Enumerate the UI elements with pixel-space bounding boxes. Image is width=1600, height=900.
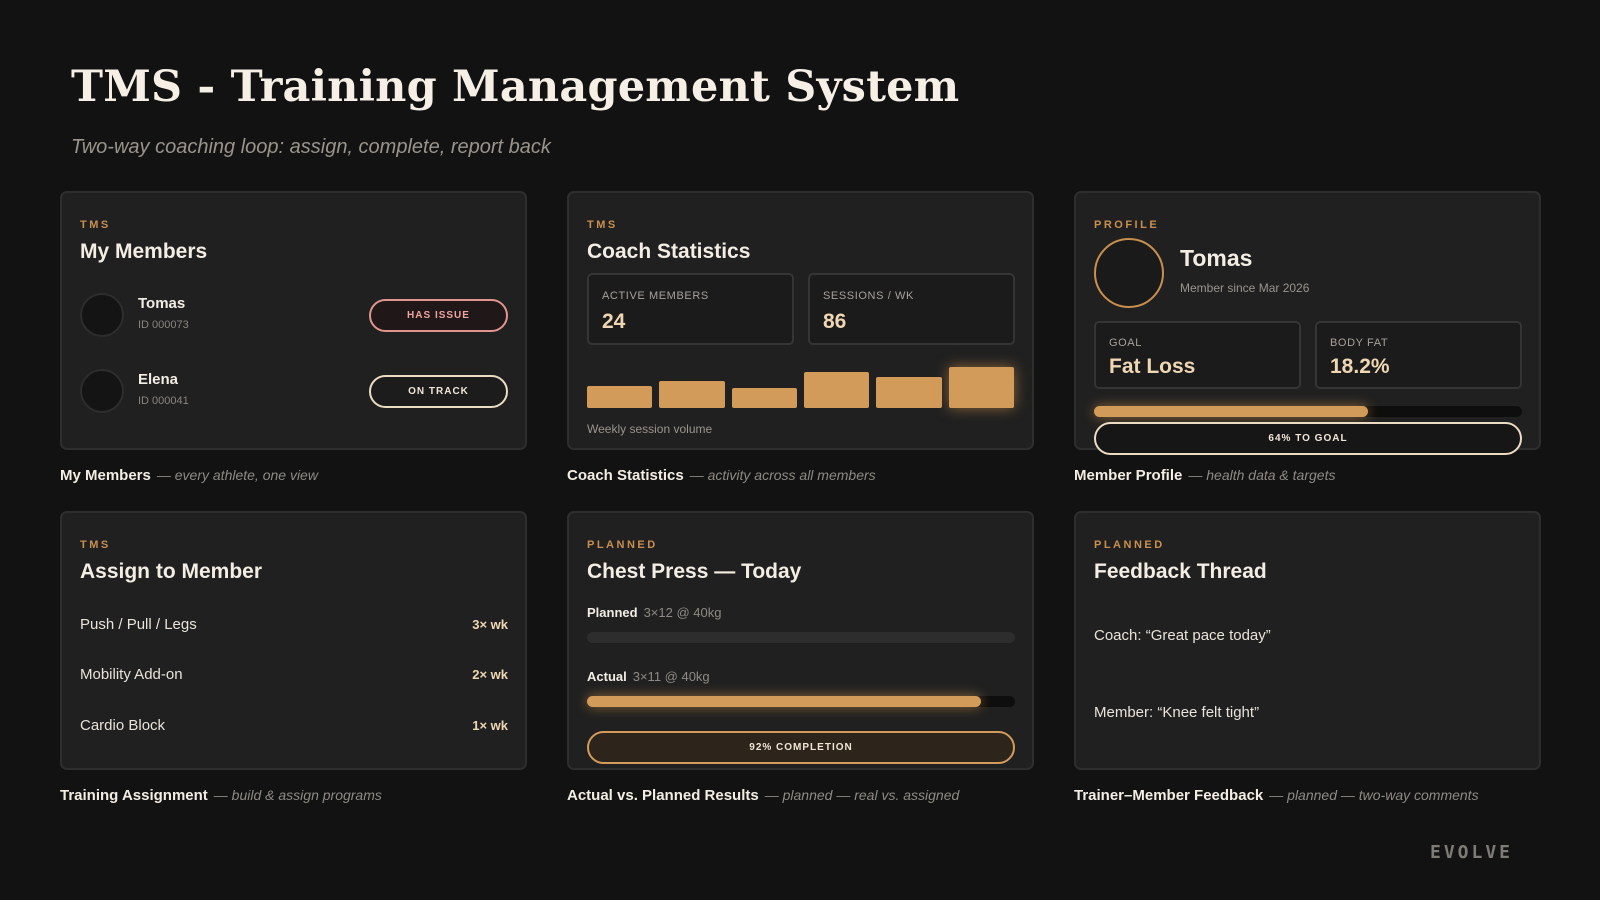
chart-bar bbox=[731, 388, 797, 408]
chest-press-card: PLANNED Chest Press — Today Planned 3×12 … bbox=[567, 511, 1034, 770]
actual-progress-fill bbox=[587, 696, 981, 707]
goal-progress-fill bbox=[1094, 406, 1368, 417]
caption-title: My Members bbox=[60, 467, 151, 484]
coach-message: Coach: “Great pace today” bbox=[1094, 627, 1271, 644]
goal-progress-bar bbox=[1094, 406, 1522, 417]
member-id: ID 000073 bbox=[138, 319, 189, 331]
card-title: My Members bbox=[80, 240, 208, 263]
member-row[interactable]: Tomas ID 000073 HAS ISSUE bbox=[80, 291, 508, 339]
card-eyebrow: PLANNED bbox=[587, 539, 658, 551]
stat-value: 86 bbox=[823, 310, 847, 333]
assign-card: TMS Assign to Member Push / Pull / Legs … bbox=[60, 511, 527, 770]
caption-title: Training Assignment bbox=[60, 787, 208, 804]
member-name: Elena bbox=[138, 371, 179, 388]
stat-label: GOAL bbox=[1109, 337, 1142, 349]
sessions-per-week-stat: SESSIONS / WK 86 bbox=[808, 273, 1015, 345]
card-title: Assign to Member bbox=[80, 560, 263, 583]
goal-progress-badge[interactable]: 64% TO GOAL bbox=[1094, 422, 1522, 455]
planned-title: Planned bbox=[587, 605, 638, 620]
status-badge[interactable]: ON TRACK bbox=[369, 375, 508, 408]
chart-bar bbox=[587, 386, 653, 408]
completion-badge[interactable]: 92% COMPLETION bbox=[587, 731, 1015, 764]
avatar bbox=[80, 293, 124, 337]
card-title: Chest Press — Today bbox=[587, 560, 802, 583]
member-profile-card: PROFILE Tomas Member since Mar 2026 GOAL… bbox=[1074, 191, 1541, 455]
planned-label: Planned 3×12 @ 40kg bbox=[587, 605, 721, 620]
program-label: Mobility Add-on bbox=[80, 666, 183, 683]
caption-note: — every athlete, one view bbox=[156, 467, 318, 483]
profile-caption: Member Profile — health data & targets bbox=[1074, 467, 1335, 484]
chart-bar bbox=[948, 367, 1014, 408]
body-fat-stat: BODY FAT 18.2% bbox=[1315, 321, 1522, 389]
weekly-volume-chart bbox=[587, 363, 1014, 408]
program-row[interactable]: Cardio Block 1× wk bbox=[80, 715, 508, 739]
profile-name: Tomas bbox=[1180, 245, 1253, 271]
program-frequency: 3× wk bbox=[472, 617, 508, 632]
program-frequency: 1× wk bbox=[472, 718, 508, 733]
active-members-stat: ACTIVE MEMBERS 24 bbox=[587, 273, 794, 345]
members-caption: My Members — every athlete, one view bbox=[60, 467, 318, 484]
actual-progress-bar bbox=[587, 696, 1015, 707]
program-row[interactable]: Push / Pull / Legs 3× wk bbox=[80, 614, 508, 638]
stat-value: 24 bbox=[602, 310, 626, 333]
caption-note: — planned — two-way comments bbox=[1269, 787, 1479, 803]
coach-statistics-card: TMS Coach Statistics ACTIVE MEMBERS 24 S… bbox=[567, 191, 1034, 450]
member-row[interactable]: Elena ID 000041 ON TRACK bbox=[80, 367, 508, 415]
planned-value: 3×12 @ 40kg bbox=[643, 605, 722, 620]
actual-label: Actual 3×11 @ 40kg bbox=[587, 669, 710, 684]
feedback-card: PLANNED Feedback Thread Coach: “Great pa… bbox=[1074, 511, 1541, 770]
caption-note: — health data & targets bbox=[1188, 467, 1336, 483]
caption-note: — activity across all members bbox=[689, 467, 876, 483]
caption-title: Trainer–Member Feedback bbox=[1074, 787, 1264, 804]
actual-title: Actual bbox=[587, 669, 627, 684]
stats-caption: Coach Statistics — activity across all me… bbox=[567, 467, 876, 484]
chart-bar bbox=[876, 377, 942, 408]
stat-label: BODY FAT bbox=[1330, 337, 1389, 349]
caption-title: Member Profile bbox=[1074, 467, 1183, 484]
program-frequency: 2× wk bbox=[472, 667, 508, 682]
caption-note: — planned — real vs. assigned bbox=[764, 787, 960, 803]
member-id: ID 000041 bbox=[138, 395, 189, 407]
member-message: Member: “Knee felt tight” bbox=[1094, 704, 1260, 721]
my-members-card: TMS My Members Tomas ID 000073 HAS ISSUE… bbox=[60, 191, 527, 450]
program-row[interactable]: Mobility Add-on 2× wk bbox=[80, 664, 508, 688]
avatar bbox=[1094, 238, 1164, 308]
card-title: Coach Statistics bbox=[587, 240, 751, 263]
card-eyebrow: TMS bbox=[80, 219, 111, 231]
feedback-caption: Trainer–Member Feedback — planned — two-w… bbox=[1074, 787, 1479, 804]
chart-note: Weekly session volume bbox=[587, 422, 713, 436]
stat-label: SESSIONS / WK bbox=[823, 290, 914, 302]
card-eyebrow: PROFILE bbox=[1094, 219, 1160, 231]
page-subtitle: Two-way coaching loop: assign, complete,… bbox=[71, 136, 551, 158]
chart-bar bbox=[659, 381, 725, 408]
program-label: Cardio Block bbox=[80, 717, 166, 734]
card-eyebrow: TMS bbox=[587, 219, 618, 231]
actual-value: 3×11 @ 40kg bbox=[632, 669, 710, 684]
avatar bbox=[80, 369, 124, 413]
page-title: TMS - Training Management System bbox=[71, 62, 960, 112]
status-badge[interactable]: HAS ISSUE bbox=[369, 299, 508, 332]
stat-value: Fat Loss bbox=[1109, 355, 1196, 378]
stat-label: ACTIVE MEMBERS bbox=[602, 290, 709, 302]
caption-title: Actual vs. Planned Results bbox=[567, 787, 759, 804]
caption-note: — build & assign programs bbox=[213, 787, 382, 803]
card-title: Feedback Thread bbox=[1094, 560, 1267, 583]
stat-value: 18.2% bbox=[1330, 355, 1390, 378]
program-label: Push / Pull / Legs bbox=[80, 616, 197, 633]
chest-caption: Actual vs. Planned Results — planned — re… bbox=[567, 787, 959, 804]
member-since: Member since Mar 2026 bbox=[1180, 281, 1310, 295]
card-eyebrow: TMS bbox=[80, 539, 111, 551]
caption-title: Coach Statistics bbox=[567, 467, 684, 484]
brand-logo: EVOLVE bbox=[1430, 842, 1514, 863]
chart-bar bbox=[804, 372, 870, 408]
card-eyebrow: PLANNED bbox=[1094, 539, 1165, 551]
assign-caption: Training Assignment — build & assign prog… bbox=[60, 787, 382, 804]
planned-progress-bar bbox=[587, 632, 1015, 643]
member-name: Tomas bbox=[138, 295, 186, 312]
goal-stat: GOAL Fat Loss bbox=[1094, 321, 1301, 389]
